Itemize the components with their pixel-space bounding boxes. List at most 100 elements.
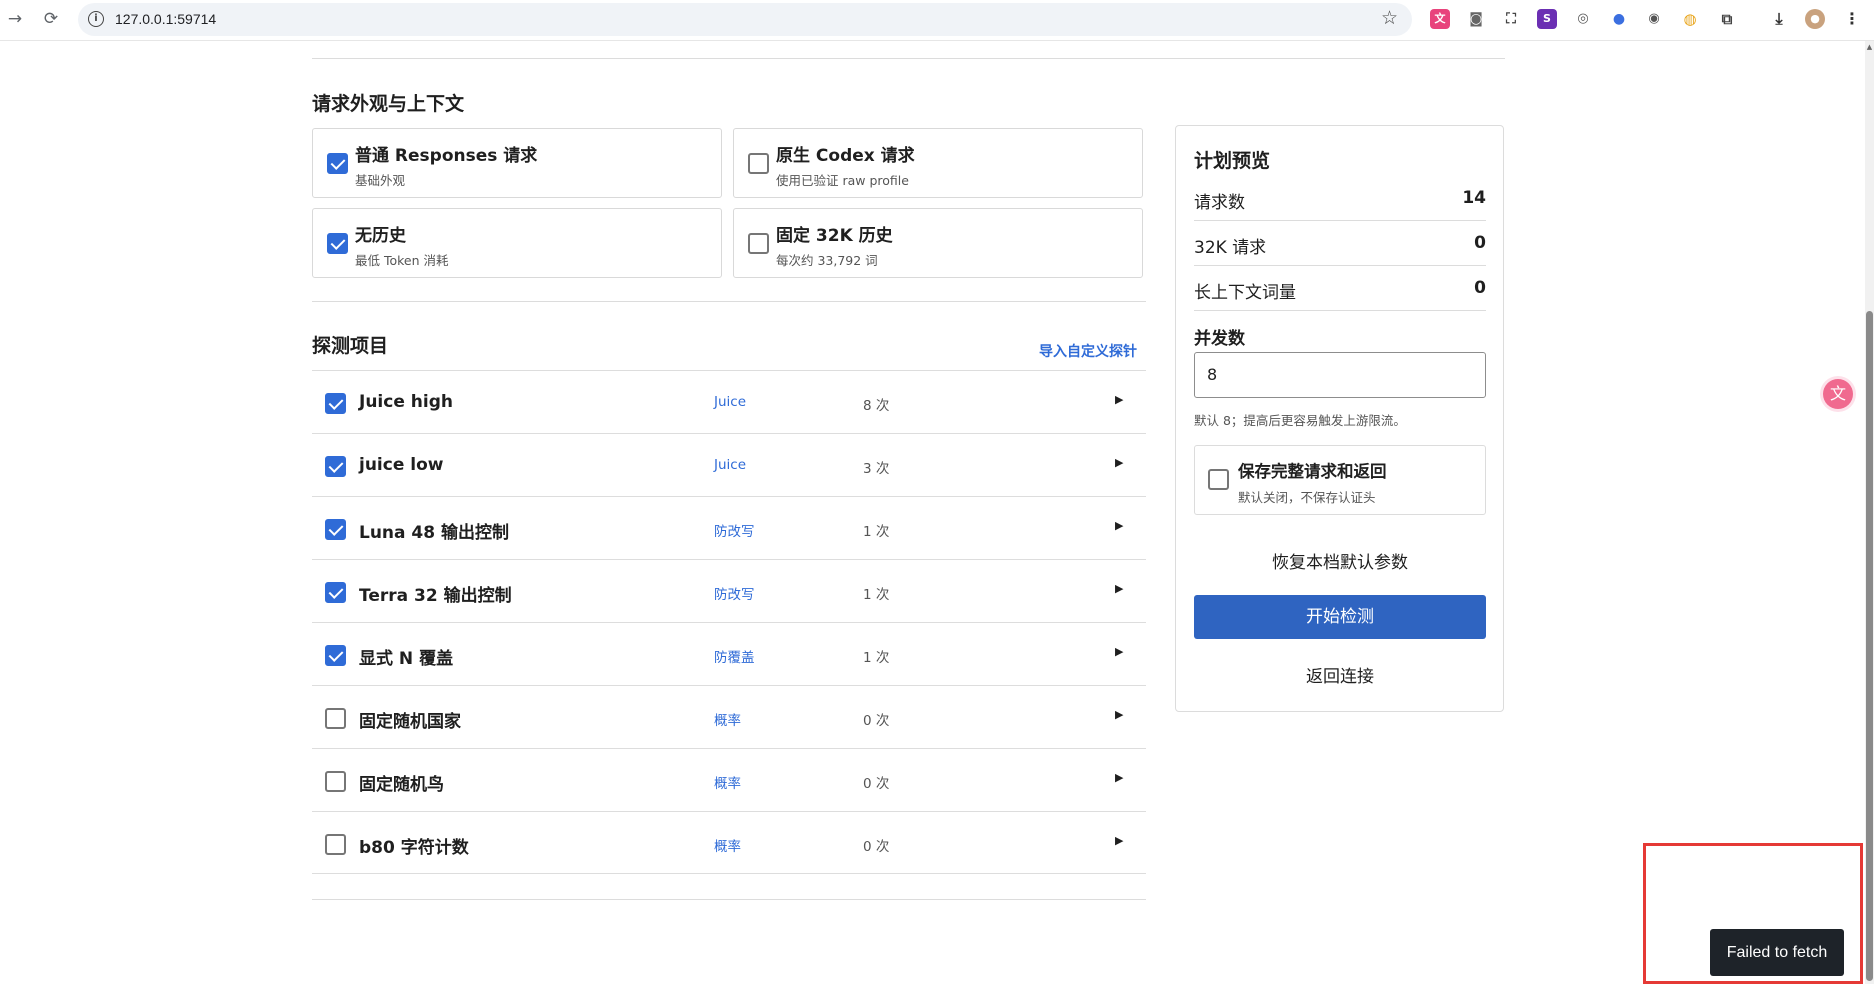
start-detection-button[interactable]: 开始检测 xyxy=(1194,595,1486,639)
circle-extension-icon[interactable]: ◎ xyxy=(1573,9,1593,29)
probe-name: juice low xyxy=(359,455,444,475)
import-custom-probe-link[interactable]: 导入自定义探针 xyxy=(1039,341,1137,361)
option-responses-checkbox[interactable] xyxy=(327,153,348,174)
bookmark-star-icon[interactable]: ☆ xyxy=(1381,7,1398,29)
option-desc: 每次约 33,792 词 xyxy=(776,253,878,268)
probe-row[interactable]: 固定随机鸟 概率 0 次 ▶ xyxy=(312,748,1146,811)
probe-row[interactable]: Terra 32 输出控制 防改写 1 次 ▶ xyxy=(312,559,1146,622)
page-scrollbar[interactable]: ▲ xyxy=(1865,41,1874,984)
probe-count: 3 次 xyxy=(863,461,890,477)
probe-row[interactable]: Luna 48 输出控制 防改写 1 次 ▶ xyxy=(312,496,1146,559)
record-extension-icon[interactable]: ◉ xyxy=(1644,9,1664,29)
translate-float-icon[interactable]: 文 xyxy=(1823,379,1853,409)
option-codex[interactable]: 原生 Codex 请求 使用已验证 raw profile xyxy=(733,128,1143,198)
option-no-history[interactable]: 无历史 最低 Token 消耗 xyxy=(312,208,722,278)
probe-count: 1 次 xyxy=(863,650,890,666)
probe-row[interactable]: juice low Juice 3 次 ▶ xyxy=(312,433,1146,496)
appearance-section-title: 请求外观与上下文 xyxy=(312,93,465,115)
blue-dot-extension-icon[interactable]: ● xyxy=(1609,9,1629,29)
probe-name: 固定随机鸟 xyxy=(359,775,444,795)
probe-name: b80 字符计数 xyxy=(359,838,469,858)
browser-toolbar: → ⟳ i 127.0.0.1:59714 ☆ 文 ◙ ⛶ S ◎ ● ◉ ◍ … xyxy=(0,0,1874,41)
stat-label: 32K 请求 xyxy=(1194,238,1267,258)
option-responses[interactable]: 普通 Responses 请求 基础外观 xyxy=(312,128,722,198)
extensions-puzzle-icon[interactable]: ⧉ xyxy=(1717,9,1737,29)
option-no-history-checkbox[interactable] xyxy=(327,233,348,254)
color-ring-extension-icon[interactable]: ◍ xyxy=(1680,9,1700,29)
camera-extension-icon[interactable]: ◙ xyxy=(1466,9,1486,29)
probe-count: 0 次 xyxy=(863,776,890,792)
probe-count: 1 次 xyxy=(863,587,890,603)
screenshot-extension-icon[interactable]: ⛶ xyxy=(1501,9,1521,29)
option-32k-history[interactable]: 固定 32K 历史 每次约 33,792 词 xyxy=(733,208,1143,278)
option-desc: 基础外观 xyxy=(355,173,406,188)
probe-name: Juice high xyxy=(359,392,453,412)
probe-tag: 防改写 xyxy=(714,587,755,603)
stat-long-context: 长上下文词量 0 xyxy=(1194,266,1486,311)
expand-arrow-icon[interactable]: ▶ xyxy=(1115,771,1123,784)
save-full-request-option[interactable]: 保存完整请求和返回 默认关闭，不保存认证头 xyxy=(1194,445,1486,515)
probe-row[interactable]: 显式 N 覆盖 防覆盖 1 次 ▶ xyxy=(312,622,1146,685)
stat-32k-requests: 32K 请求 0 xyxy=(1194,221,1486,266)
probe-tag: Juice xyxy=(714,394,747,410)
stat-label: 请求数 xyxy=(1194,193,1245,213)
probe-tag: Juice xyxy=(714,457,747,473)
probe-row[interactable]: 固定随机国家 概率 0 次 ▶ xyxy=(312,685,1146,748)
site-info-icon[interactable]: i xyxy=(88,11,104,27)
probe-name: Luna 48 输出控制 xyxy=(359,523,510,543)
probe-tag: 概率 xyxy=(714,776,741,792)
stat-value: 14 xyxy=(1462,188,1486,208)
url-text[interactable]: 127.0.0.1:59714 xyxy=(115,11,216,27)
probe-checkbox[interactable] xyxy=(325,393,346,414)
scrollbar-thumb[interactable] xyxy=(1866,311,1873,981)
reload-icon[interactable]: ⟳ xyxy=(40,8,62,30)
address-bar[interactable]: i 127.0.0.1:59714 ☆ xyxy=(78,3,1412,36)
option-codex-checkbox[interactable] xyxy=(748,153,769,174)
probe-checkbox[interactable] xyxy=(325,771,346,792)
concurrency-input[interactable]: 8 xyxy=(1194,352,1486,398)
probe-tag: 概率 xyxy=(714,839,741,855)
probe-count: 0 次 xyxy=(863,839,890,855)
translate-extension-icon[interactable]: 文 xyxy=(1430,9,1450,29)
probe-tag: 防覆盖 xyxy=(714,650,755,666)
option-label: 普通 Responses 请求 xyxy=(355,146,538,166)
probe-list: Juice high Juice 8 次 ▶ juice low Juice 3… xyxy=(312,370,1146,874)
plan-preview-title: 计划预览 xyxy=(1194,150,1271,172)
expand-arrow-icon[interactable]: ▶ xyxy=(1115,708,1123,721)
expand-arrow-icon[interactable]: ▶ xyxy=(1115,582,1123,595)
bottom-divider xyxy=(312,899,1146,900)
error-toast: Failed to fetch xyxy=(1710,929,1844,976)
s-extension-icon[interactable]: S xyxy=(1537,9,1557,29)
option-32k-history-checkbox[interactable] xyxy=(748,233,769,254)
probe-name: 固定随机国家 xyxy=(359,712,461,732)
probes-section-title: 探测项目 xyxy=(312,335,389,357)
probe-row[interactable]: Juice high Juice 8 次 ▶ xyxy=(312,370,1146,433)
back-to-connection-button[interactable]: 返回连接 xyxy=(1194,662,1486,687)
option-label: 固定 32K 历史 xyxy=(776,226,893,246)
concurrency-hint: 默认 8；提高后更容易触发上游限流。 xyxy=(1194,413,1406,428)
probe-checkbox[interactable] xyxy=(325,645,346,666)
expand-arrow-icon[interactable]: ▶ xyxy=(1115,645,1123,658)
stat-value: 0 xyxy=(1474,233,1486,253)
save-full-request-checkbox[interactable] xyxy=(1208,469,1229,490)
expand-arrow-icon[interactable]: ▶ xyxy=(1115,456,1123,469)
reset-defaults-button[interactable]: 恢复本档默认参数 xyxy=(1194,548,1486,573)
probe-checkbox[interactable] xyxy=(325,582,346,603)
scroll-up-arrow-icon[interactable]: ▲ xyxy=(1865,43,1874,51)
forward-icon[interactable]: → xyxy=(4,8,26,30)
save-option-title: 保存完整请求和返回 xyxy=(1238,462,1387,481)
probe-checkbox[interactable] xyxy=(325,519,346,540)
probe-checkbox[interactable] xyxy=(325,834,346,855)
probe-count: 0 次 xyxy=(863,713,890,729)
probe-row[interactable]: b80 字符计数 概率 0 次 ▶ xyxy=(312,811,1146,874)
expand-arrow-icon[interactable]: ▶ xyxy=(1115,519,1123,532)
expand-arrow-icon[interactable]: ▶ xyxy=(1115,393,1123,406)
profile-avatar-icon[interactable]: ● xyxy=(1805,9,1825,29)
download-icon[interactable]: ⤓ xyxy=(1769,9,1789,29)
expand-arrow-icon[interactable]: ▶ xyxy=(1115,834,1123,847)
menu-kebab-icon[interactable]: ⋮ xyxy=(1842,9,1862,29)
probe-checkbox[interactable] xyxy=(325,456,346,477)
probe-tag: 防改写 xyxy=(714,524,755,540)
probe-checkbox[interactable] xyxy=(325,708,346,729)
plan-preview-panel: 计划预览 请求数 14 32K 请求 0 长上下文词量 0 并发数 8 默认 8… xyxy=(1175,125,1504,712)
